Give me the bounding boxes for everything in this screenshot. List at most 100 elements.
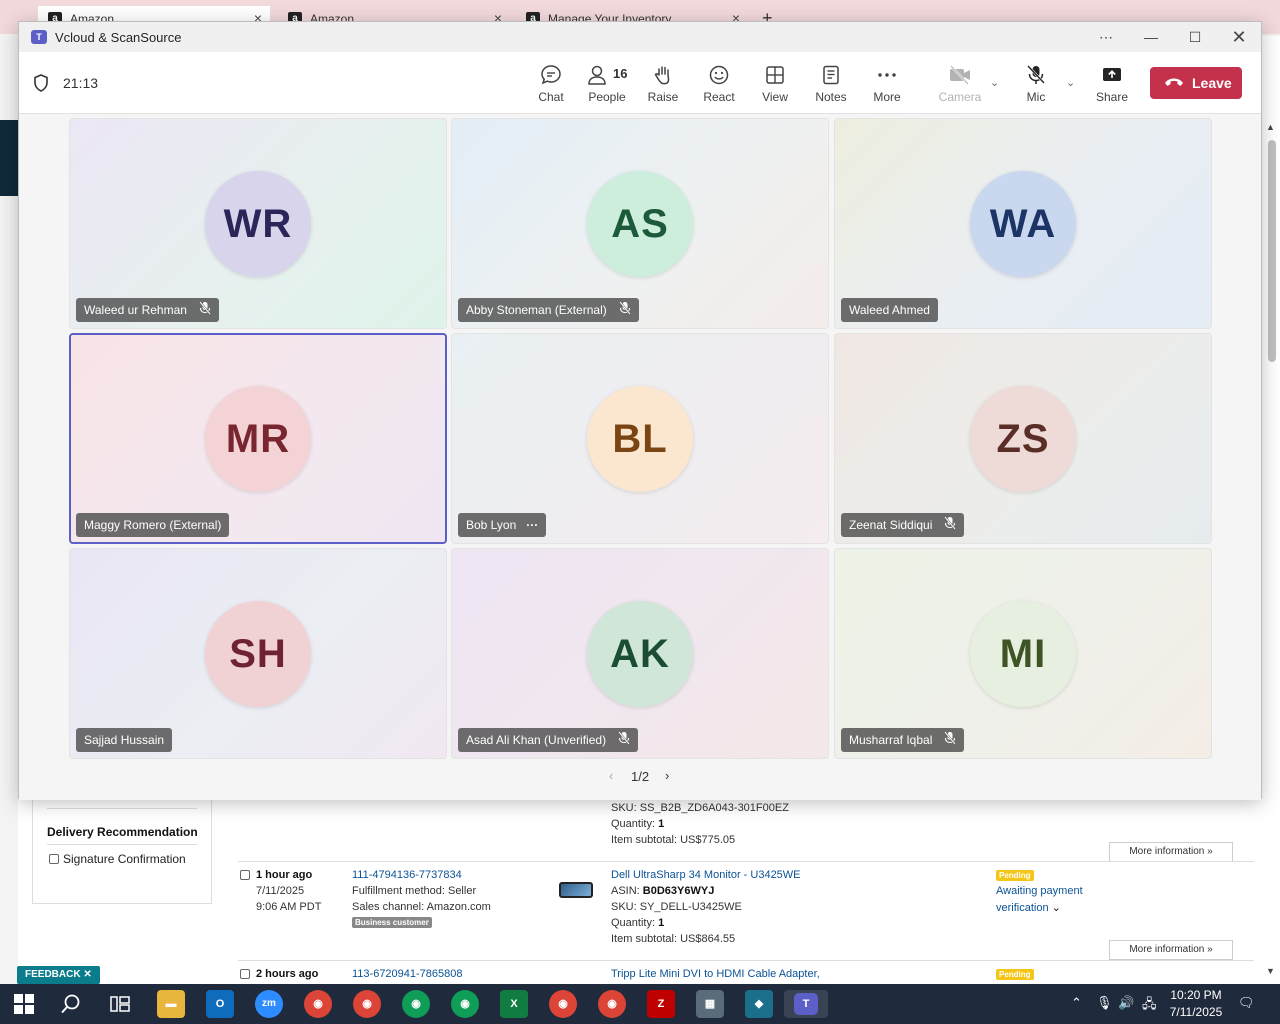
more-options-icon[interactable]: ··· <box>526 518 538 532</box>
filezilla-icon[interactable]: Z <box>647 990 675 1018</box>
order-date: 7/11/2025 <box>256 885 305 897</box>
teams-taskbar-icon[interactable]: T <box>784 990 828 1018</box>
network-icon[interactable]: 🖧 <box>1142 995 1157 1017</box>
grid-view-icon <box>766 66 784 84</box>
participant-name: Sajjad Hussain <box>84 733 165 747</box>
participant-name: Waleed Ahmed <box>849 303 930 317</box>
participant-avatar: AK <box>587 601 693 707</box>
participant-name-tag: Abby Stoneman (External) <box>458 298 639 322</box>
order-id-link[interactable]: 111-4794136-7737834 <box>352 869 462 881</box>
chevron-up-icon[interactable]: ⌃ <box>1071 995 1082 1011</box>
share-label: Share <box>1095 90 1129 104</box>
excel-icon[interactable]: X <box>500 990 528 1018</box>
file-explorer-icon[interactable]: ▬ <box>157 990 185 1018</box>
people-button[interactable]: 16 People <box>582 62 632 108</box>
order-id-link[interactable]: 113-6720941-7865808 <box>352 968 463 980</box>
microphone-tray-icon[interactable]: 🎙 <box>1096 995 1113 1011</box>
view-label: View <box>762 90 788 104</box>
participant-tile[interactable]: MI Musharraf Iqbal <box>834 548 1212 759</box>
participant-tile[interactable]: AS Abby Stoneman (External) <box>451 118 829 329</box>
product-title-link[interactable]: Tripp Lite Mini DVI to HDMI Cable Adapte… <box>611 968 820 980</box>
participant-name: Zeenat Siddiqui <box>849 518 933 532</box>
camera-button[interactable]: Camera <box>935 62 985 108</box>
scroll-down-arrow-icon[interactable]: ▼ <box>1266 966 1275 976</box>
close-window-icon[interactable]: ✕ <box>1224 26 1254 48</box>
minimize-icon[interactable]: — <box>1136 26 1166 48</box>
calculator-icon[interactable]: ▦ <box>696 990 724 1018</box>
teams-logo-icon: T <box>31 30 47 44</box>
mic-muted-icon <box>944 514 957 538</box>
product-title-link[interactable]: Dell UltraSharp 34 Monitor - U3425WE <box>611 869 801 881</box>
order-select-checkbox[interactable] <box>240 969 250 979</box>
quantity-value: 1 <box>658 818 665 830</box>
order-select-checkbox[interactable] <box>240 870 250 880</box>
page-indicator: 1/2 <box>631 769 650 784</box>
search-icon[interactable] <box>60 993 82 1015</box>
previous-page-icon[interactable]: ‹ <box>609 768 613 783</box>
share-button[interactable]: Share <box>1087 62 1137 108</box>
scroll-up-arrow-icon[interactable]: ▲ <box>1266 122 1275 132</box>
speaker-icon[interactable]: 🔊 <box>1118 995 1134 1011</box>
window-options-icon[interactable]: ⋯ <box>1091 26 1121 48</box>
status-detail-toggle[interactable]: verification ⌄ <box>996 901 1061 914</box>
task-view-icon[interactable] <box>110 994 130 1014</box>
chrome-profile-icon[interactable]: ◉ <box>598 990 626 1018</box>
raise-hand-button[interactable]: Raise <box>638 62 688 108</box>
view-button[interactable]: View <box>750 62 800 108</box>
chrome-profile-icon[interactable]: ◉ <box>451 990 479 1018</box>
more-label: More <box>873 90 901 104</box>
mic-button[interactable]: Mic <box>1011 62 1061 108</box>
participant-gallery: WR Waleed ur Rehman AS Abby Stoneman (Exter… <box>19 114 1261 800</box>
participant-tile[interactable]: BL Bob Lyon ··· <box>451 333 829 544</box>
notes-icon <box>823 65 839 85</box>
order-time: 9:06 AM PDT <box>256 901 322 913</box>
notifications-icon[interactable]: 🗨 <box>1238 995 1255 1011</box>
window-title-bar[interactable]: T Vcloud & ScanSource ⋯ — ☐ ✕ <box>19 22 1261 52</box>
signature-confirmation-checkbox[interactable] <box>49 854 59 864</box>
participant-avatar: MI <box>970 601 1076 707</box>
participant-tile[interactable]: AK Asad Ali Khan (Unverified) <box>451 548 829 759</box>
product-thumbnail[interactable] <box>559 882 593 898</box>
smiley-icon <box>709 65 729 85</box>
chrome-profile-icon[interactable]: ◉ <box>402 990 430 1018</box>
chrome-profile-icon[interactable]: ◉ <box>353 990 381 1018</box>
chat-button[interactable]: Chat <box>526 62 576 108</box>
participant-name: Bob Lyon <box>466 518 517 532</box>
chevron-down-icon: ⌄ <box>1051 902 1061 914</box>
react-label: React <box>703 90 735 104</box>
participant-tile[interactable]: SH Sajjad Hussain <box>69 548 447 759</box>
windows-start-icon[interactable] <box>14 994 34 1014</box>
order-sku: SKU: SS_B2B_ZD6A043-301F00EZ <box>611 802 789 814</box>
zoom-icon[interactable]: zm <box>255 990 283 1018</box>
quantity-label: Quantity: <box>611 818 656 830</box>
clock-date[interactable]: 7/11/2025 <box>1166 1005 1226 1019</box>
next-page-icon[interactable]: › <box>665 768 669 783</box>
chrome-profile-icon[interactable]: ◉ <box>549 990 577 1018</box>
business-customer-badge: Business customer <box>352 917 432 928</box>
participant-tile[interactable]: WR Waleed ur Rehman <box>69 118 447 329</box>
notes-button[interactable]: Notes <box>806 62 856 108</box>
scrollbar-thumb[interactable] <box>1268 140 1276 362</box>
participant-tile[interactable]: MR Maggy Romero (External) <box>69 333 447 544</box>
hang-up-phone-icon <box>1165 78 1183 86</box>
feedback-button[interactable]: FEEDBACK ✕ <box>17 966 100 984</box>
participant-tile[interactable]: ZS Zeenat Siddiqui <box>834 333 1212 544</box>
mic-muted-icon <box>199 299 211 323</box>
react-button[interactable]: React <box>694 62 744 108</box>
camera-options-chevron-down-icon[interactable]: ⌄ <box>990 76 999 89</box>
outlook-icon[interactable]: O <box>206 990 234 1018</box>
chrome-icon[interactable]: ◉ <box>304 990 332 1018</box>
network-tool-icon[interactable]: ◆ <box>745 990 773 1018</box>
leave-button[interactable]: Leave <box>1150 67 1242 99</box>
order-subtotal: Item subtotal: US$864.55 <box>611 933 736 945</box>
participant-avatar: WA <box>970 171 1076 277</box>
more-button[interactable]: More <box>862 62 912 108</box>
clock-time[interactable]: 10:20 PM <box>1166 988 1226 1002</box>
asin-label: ASIN: <box>611 885 640 897</box>
mic-options-chevron-down-icon[interactable]: ⌄ <box>1066 76 1075 89</box>
quantity-value: 1 <box>658 917 665 929</box>
more-information-button[interactable]: More information » <box>1109 842 1233 862</box>
more-information-button[interactable]: More information » <box>1109 940 1233 960</box>
participant-tile[interactable]: WA Waleed Ahmed <box>834 118 1212 329</box>
maximize-icon[interactable]: ☐ <box>1180 26 1210 48</box>
